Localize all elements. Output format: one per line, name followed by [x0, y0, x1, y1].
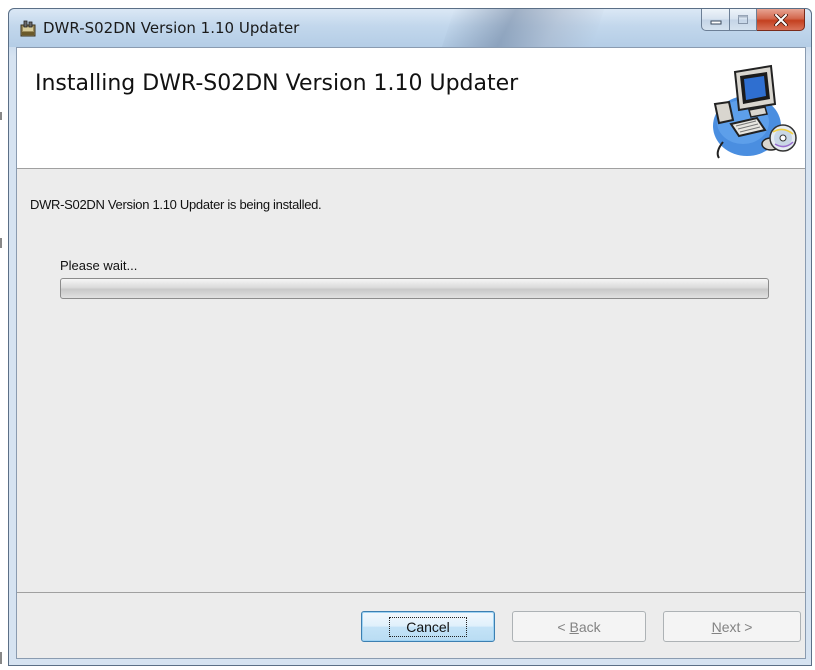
close-button[interactable]: [757, 9, 805, 31]
minimize-button[interactable]: [701, 9, 730, 31]
install-progress-bar: [60, 278, 769, 299]
maximize-icon: [738, 15, 748, 24]
back-button[interactable]: < Back: [512, 611, 646, 642]
header-banner: Installing DWR-S02DN Version 1.10 Update…: [17, 48, 805, 169]
computer-cd-icon: [709, 56, 797, 160]
dialog-client-area: Installing DWR-S02DN Version 1.10 Update…: [16, 47, 806, 659]
title-bar[interactable]: DWR-S02DN Version 1.10 Updater: [9, 9, 811, 47]
cancel-button[interactable]: Cancel: [361, 611, 495, 642]
install-description: DWR-S02DN Version 1.10 Updater is being …: [30, 197, 322, 212]
titlebar-glass-reflection: [441, 9, 607, 47]
banner-title: Installing DWR-S02DN Version 1.10 Update…: [35, 71, 519, 96]
minimize-icon: [710, 20, 721, 24]
maximize-button[interactable]: [730, 9, 757, 31]
installer-window: DWR-S02DN Version 1.10 Updater Installin…: [8, 8, 812, 666]
background-window-edge: [0, 0, 8, 670]
next-button[interactable]: Next >: [663, 611, 801, 642]
window-title: DWR-S02DN Version 1.10 Updater: [43, 19, 300, 37]
back-button-label: < Back: [557, 618, 601, 635]
please-wait-label: Please wait...: [60, 258, 138, 273]
installer-icon: [19, 20, 37, 38]
close-icon: [773, 13, 788, 26]
next-button-label: Next >: [711, 618, 753, 635]
cancel-button-label: Cancel: [389, 616, 467, 637]
dialog-body: DWR-S02DN Version 1.10 Updater is being …: [17, 169, 805, 593]
caption-buttons: [701, 9, 805, 31]
button-bar: Cancel < Back Next >: [17, 593, 805, 658]
